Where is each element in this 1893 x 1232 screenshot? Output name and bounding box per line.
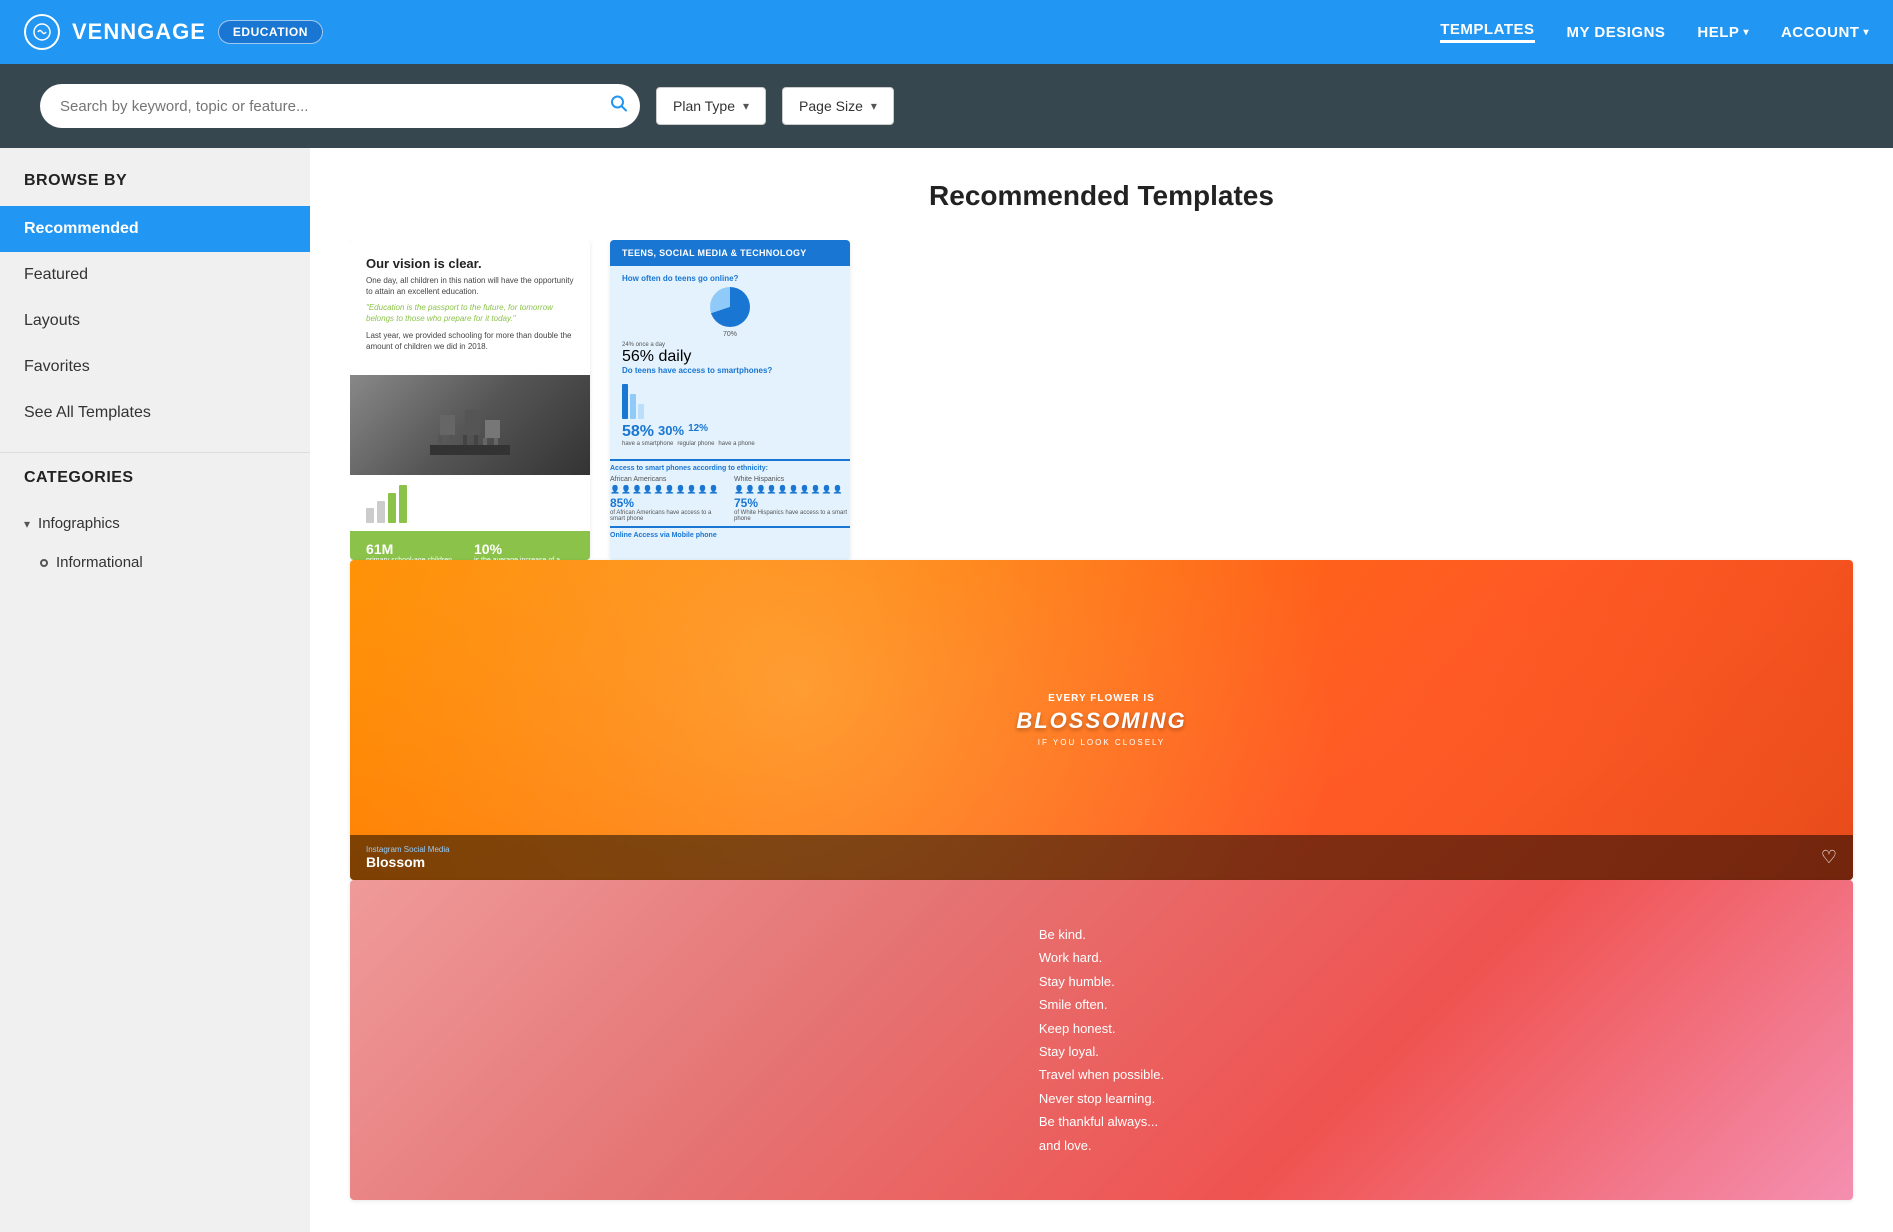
search-icon [610,95,628,113]
search-area: Plan Type ▾ Page Size ▾ [0,64,1893,148]
chairs-illustration [430,395,510,455]
sidebar-item-recommended[interactable]: Recommended [0,206,310,252]
sub-dot-icon [40,559,48,567]
top-nav: VENNGAGE EDUCATION TEMPLATES MY DESIGNS … [0,0,1893,64]
nav-my-designs[interactable]: MY DESIGNS [1567,24,1666,41]
account-chevron-icon: ▾ [1863,27,1869,38]
logo-icon [24,14,60,50]
template-card-1[interactable]: BUSINESS Our vision is clear. One day, a… [350,240,590,560]
sub-category-informational[interactable]: Informational [0,544,310,581]
nav-templates[interactable]: TEMPLATES [1440,21,1534,43]
search-wrapper [40,84,640,128]
template-card-3[interactable]: EVERY FLOWER IS BLOSSOMING IF YOU LOOK C… [350,560,1853,880]
template-preview-1: Our vision is clear. One day, all childr… [350,240,590,560]
education-badge[interactable]: EDUCATION [218,20,323,44]
nav-account[interactable]: ACCOUNT ▾ [1781,24,1869,41]
content-area: Recommended Templates BUSINESS Our visio… [310,148,1893,1232]
template-preview-3: EVERY FLOWER IS BLOSSOMING IF YOU LOOK C… [350,560,1853,880]
nav-left: VENNGAGE EDUCATION [24,14,323,50]
sidebar-item-favorites[interactable]: Favorites [0,344,310,390]
bar-chart [366,483,407,523]
content-title: Recommended Templates [350,180,1853,212]
sidebar-item-layouts[interactable]: Layouts [0,298,310,344]
search-button[interactable] [610,95,628,118]
sidebar-divider [0,452,310,453]
sidebar-item-see-all[interactable]: See All Templates [0,390,310,436]
template-preview-4: Be kind. Work hard. Stay humble. Smile o… [350,880,1853,1200]
categories-title: CATEGORIES [0,469,310,503]
template-card-4[interactable]: Be kind. Work hard. Stay humble. Smile o… [350,880,1853,1200]
expand-icon: ▾ [24,517,30,531]
page-size-chevron-icon: ▾ [871,99,877,113]
category-infographics[interactable]: ▾ Infographics [0,503,310,544]
nav-right: TEMPLATES MY DESIGNS HELP ▾ ACCOUNT ▾ [1440,21,1869,43]
favorite-icon[interactable]: ♡ [1821,847,1837,868]
people-row-2: 👤👤👤👤👤 👤👤👤👤👤 [734,485,850,494]
template-preview-2: TEENS, SOCIAL MEDIA & TECHNOLOGY How oft… [610,240,850,560]
sidebar-item-featured[interactable]: Featured [0,252,310,298]
search-input[interactable] [40,84,640,128]
logo-text: VENNGAGE [72,19,206,45]
template-card-2[interactable]: BUSINESS TEENS, SOCIAL MEDIA & TECHNOLOG… [610,240,850,560]
plan-type-filter[interactable]: Plan Type ▾ [656,87,766,125]
nav-help[interactable]: HELP ▾ [1697,24,1749,41]
plan-type-chevron-icon: ▾ [743,99,749,113]
donut-chart [710,287,750,327]
page-size-filter[interactable]: Page Size ▾ [782,87,894,125]
browse-by-title: BROWSE BY [0,172,310,206]
main-layout: BROWSE BY Recommended Featured Layouts F… [0,148,1893,1232]
templates-grid: BUSINESS Our vision is clear. One day, a… [350,240,1853,560]
sidebar: BROWSE BY Recommended Featured Layouts F… [0,148,310,1232]
vertical-bar-chart [622,379,838,419]
help-chevron-icon: ▾ [1743,27,1749,38]
people-row-1: 👤👤👤👤👤 👤👤👤👤👤 [610,485,726,494]
